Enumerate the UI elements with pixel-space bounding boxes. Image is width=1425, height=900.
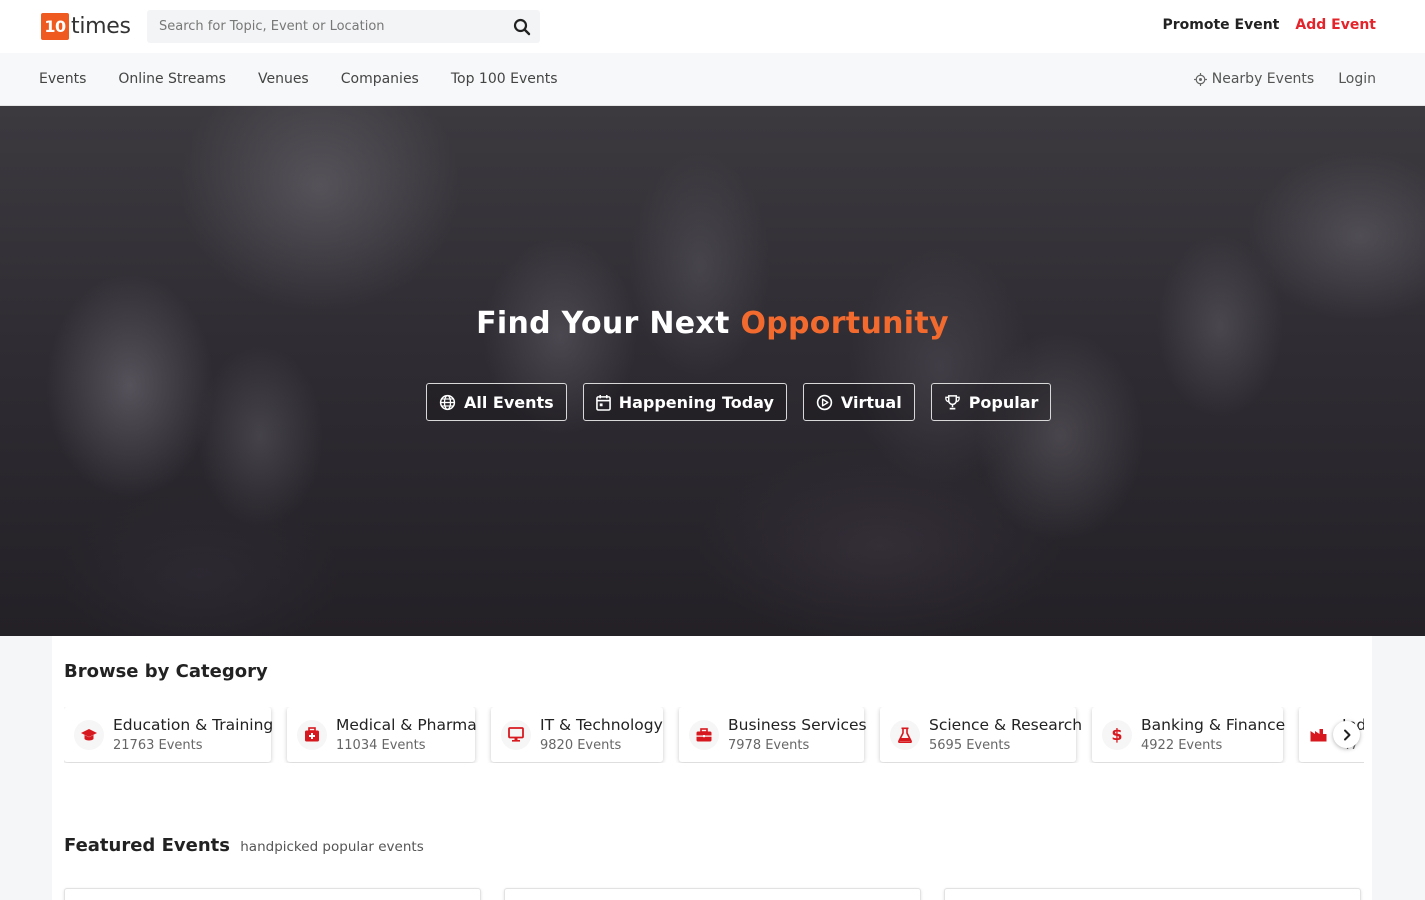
hero-title-accent: Opportunity [740, 306, 949, 341]
category-name: Science & Research [929, 715, 1083, 734]
nearby-events-label: Nearby Events [1211, 71, 1315, 87]
nav-item-companies[interactable]: Companies [341, 71, 419, 87]
nearby-events-link[interactable]: Nearby Events [1193, 71, 1315, 87]
happening-today-button[interactable]: Happening Today [582, 383, 787, 421]
category-name: Medical & Pharma [336, 715, 477, 734]
featured-event-card[interactable] [944, 888, 1361, 900]
industry-icon [1303, 720, 1333, 750]
search-icon[interactable] [512, 17, 532, 37]
dollar-icon: $ [1102, 719, 1132, 750]
happening-today-label: Happening Today [618, 392, 774, 412]
category-name: Education & Training [113, 715, 274, 734]
logo-text: times [71, 14, 131, 39]
hero-filter-buttons: All Events Happening Today Virtual Popul… [426, 383, 1052, 421]
category-name: Banking & Finance [1141, 715, 1286, 734]
location-target-icon [1193, 72, 1207, 86]
search-input[interactable] [147, 10, 502, 43]
featured-events-title: Featured Events [64, 835, 230, 856]
search-bar [147, 10, 540, 43]
category-count: 4922 Events [1141, 737, 1223, 753]
medical-kit-icon [297, 719, 327, 750]
calendar-icon [595, 394, 611, 411]
flask-icon [890, 719, 920, 750]
hero-title-main: Find Your Next [476, 306, 730, 341]
main-nav: Events Online Streams Venues Companies T… [0, 53, 1425, 106]
main-content: Browse by Category Education & Training … [52, 636, 1372, 900]
all-events-label: All Events [464, 392, 554, 412]
play-circle-icon [816, 394, 833, 410]
nav-right: Nearby Events Login [1193, 71, 1376, 87]
nav-item-events[interactable]: Events [39, 71, 86, 87]
login-link[interactable]: Login [1338, 71, 1376, 87]
globe-icon [439, 394, 456, 410]
nav-item-top-100-events[interactable]: Top 100 Events [451, 71, 558, 87]
svg-text:$: $ [1111, 726, 1122, 743]
briefcase-icon [689, 719, 719, 750]
category-card-business-services[interactable]: Business Services 7978 Events [679, 707, 867, 762]
trophy-icon [944, 394, 960, 409]
category-count: 11034 Events [336, 737, 426, 753]
category-name: IT & Technology [540, 715, 663, 734]
virtual-label: Virtual [840, 392, 902, 412]
popular-button[interactable]: Popular [930, 383, 1052, 421]
hero-banner: Find Your Next Opportunity All Events Ha… [0, 106, 1425, 636]
all-events-button[interactable]: All Events [426, 383, 567, 421]
category-card-it-technology[interactable]: IT & Technology 9820 Events [491, 707, 663, 762]
hero-title: Find Your Next Opportunity [0, 306, 1425, 341]
category-card-education[interactable]: Education & Training 21763 Events [64, 707, 274, 762]
browse-by-category-title: Browse by Category [64, 661, 268, 682]
add-event-link[interactable]: Add Event [1295, 17, 1376, 33]
virtual-button[interactable]: Virtual [802, 383, 915, 421]
category-count: 9820 Events [540, 737, 622, 753]
category-name: Business Services [728, 715, 867, 734]
featured-events-heading: Featured Events handpicked popular event… [64, 835, 424, 856]
category-count: 21763 Events [113, 737, 203, 753]
category-carousel: Education & Training 21763 Events Medica… [64, 707, 1364, 763]
site-logo[interactable]: 10 times [41, 13, 131, 40]
carousel-next-button[interactable] [1333, 721, 1360, 748]
nav-links: Events Online Streams Venues Companies T… [39, 71, 558, 87]
category-card-science-research[interactable]: Science & Research 5695 Events [880, 707, 1082, 762]
featured-event-card[interactable] [504, 888, 921, 900]
category-card-banking-finance[interactable]: $ Banking & Finance 4922 Events [1092, 707, 1286, 762]
top-header: 10 times Promote Event Add Event [0, 0, 1425, 53]
category-card-medical[interactable]: Medical & Pharma 11034 Events [287, 707, 477, 762]
promote-event-link[interactable]: Promote Event [1162, 17, 1279, 33]
category-count: 5695 Events [929, 737, 1011, 753]
featured-event-card[interactable] [64, 888, 481, 900]
graduation-cap-icon [74, 719, 104, 750]
category-count: 7978 Events [728, 737, 810, 753]
featured-events-subtitle: handpicked popular events [240, 839, 424, 855]
nav-item-online-streams[interactable]: Online Streams [118, 71, 226, 87]
chevron-right-icon [1343, 729, 1350, 740]
nav-item-venues[interactable]: Venues [258, 71, 309, 87]
logo-number: 10 [41, 13, 69, 40]
top-links: Promote Event Add Event [1162, 17, 1376, 33]
popular-label: Popular [968, 392, 1039, 412]
monitor-icon [501, 719, 531, 750]
